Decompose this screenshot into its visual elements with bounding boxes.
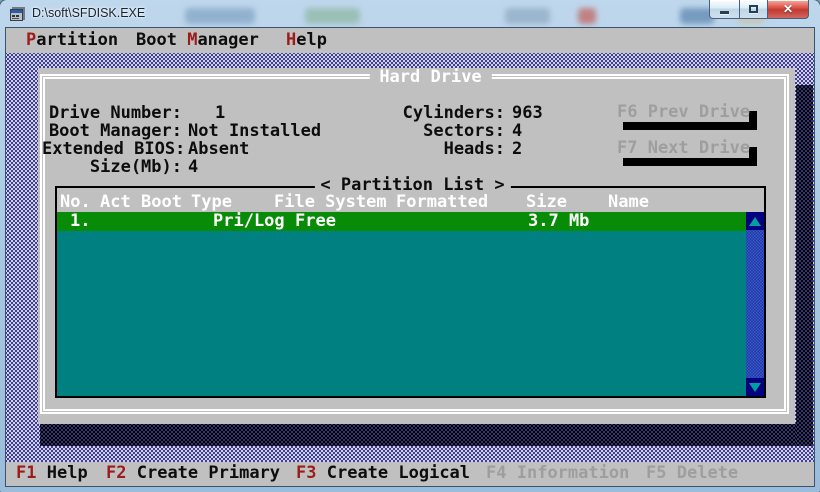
panel-title: Hard Drive <box>369 68 491 87</box>
fkey-key: F2 <box>106 463 126 483</box>
partition-list-box: < Partition List > No. Act Boot Type Fil… <box>55 186 766 398</box>
heads-value: 2 <box>512 140 522 159</box>
minimize-button[interactable] <box>709 0 739 19</box>
titlebar[interactable]: D:\soft\SFDISK.EXE ✕ <box>0 0 820 28</box>
hard-drive-panel: Hard Drive Drive Number: 1 Boot Manager:… <box>38 68 795 424</box>
maximize-icon <box>749 5 758 13</box>
fkey-f2-create-primary[interactable]: F2 Create Primary <box>106 464 280 483</box>
partition-list-empty-area[interactable] <box>57 231 746 396</box>
col-header-no: No. <box>60 193 91 212</box>
cell-no: 1. <box>70 212 90 231</box>
col-header-formatted: Formatted <box>396 193 488 212</box>
partition-row-selected[interactable]: 1. Pri/Log Free 3.7 Mb <box>57 212 746 231</box>
scrollbar-track[interactable] <box>746 230 764 378</box>
col-header-size: Size <box>526 193 567 212</box>
col-header-act: Act <box>100 193 131 212</box>
fkey-key: F1 <box>16 463 36 483</box>
scroll-down-button[interactable] <box>746 378 764 396</box>
col-header-type: Type <box>191 193 232 212</box>
fkey-label: Create Logical <box>327 463 470 483</box>
menu-label-part: Boot <box>136 30 187 50</box>
menu-help[interactable]: Help <box>286 31 327 50</box>
close-button[interactable]: ✕ <box>768 0 809 19</box>
glass-blob <box>305 8 360 24</box>
cell-type: Pri/Log <box>213 212 285 231</box>
menu-hotkey: M <box>187 30 197 50</box>
fkey-label: Information <box>517 463 630 483</box>
cell-size: 3.7 Mb <box>528 212 589 231</box>
msdos-app-icon <box>9 6 26 22</box>
fkey-label: Help <box>47 463 88 483</box>
scroll-down-icon <box>749 383 761 392</box>
f7-next-drive-button[interactable]: F7 Next Drive <box>615 139 749 158</box>
fkey-f5-delete: F5 Delete <box>646 464 738 483</box>
menu-hotkey: P <box>26 30 36 50</box>
function-key-bar: F1 Help F2 Create Primary F3 Create Logi… <box>6 462 814 486</box>
window-title: D:\soft\SFDISK.EXE <box>32 6 145 20</box>
size-mb-label: Size(Mb): <box>42 158 182 177</box>
fkey-key: F5 <box>646 463 666 483</box>
scroll-up-icon <box>749 217 761 226</box>
size-mb-value: 4 <box>188 158 198 177</box>
fkey-key: F4 <box>486 463 506 483</box>
window-controls: ✕ <box>709 0 809 19</box>
col-header-name: Name <box>608 193 649 212</box>
fkey-f4-information: F4 Information <box>486 464 629 483</box>
scroll-up-button[interactable] <box>746 212 764 230</box>
menu-bar: Partition Boot Manager Help <box>6 28 814 53</box>
menu-label-part: anager <box>197 30 258 50</box>
scrollbar[interactable] <box>746 212 764 396</box>
panel-shadow-right <box>796 85 813 446</box>
application-window: D:\soft\SFDISK.EXE ✕ Partition Boot Mana… <box>0 0 820 492</box>
fkey-label: Delete <box>677 463 738 483</box>
glass-blob <box>578 8 596 24</box>
heads-label: Heads: <box>368 140 505 159</box>
col-header-boot: Boot <box>141 193 182 212</box>
f6-prev-drive-button[interactable]: F6 Prev Drive <box>615 103 749 122</box>
maximize-button[interactable] <box>739 0 768 19</box>
close-icon: ✕ <box>783 2 793 16</box>
glass-blob <box>185 8 255 24</box>
menu-boot-manager[interactable]: Boot Manager <box>136 31 259 50</box>
fkey-f3-create-logical[interactable]: F3 Create Logical <box>296 464 470 483</box>
col-header-file-system: File System <box>274 193 387 212</box>
menu-hotkey: H <box>286 30 296 50</box>
cell-file-system: Free <box>295 212 336 231</box>
minimize-icon <box>720 11 729 14</box>
fkey-key: F3 <box>296 463 316 483</box>
glass-blob <box>505 8 550 24</box>
dos-screen: Partition Boot Manager Help Hard Drive D… <box>6 28 814 486</box>
menu-label-part: elp <box>296 30 327 50</box>
menu-partition[interactable]: Partition <box>26 31 118 50</box>
fkey-f1-help[interactable]: F1 Help <box>16 464 88 483</box>
menu-label-part: artition <box>36 30 118 50</box>
fkey-label: Create Primary <box>137 463 280 483</box>
panel-shadow-bottom <box>40 424 813 446</box>
